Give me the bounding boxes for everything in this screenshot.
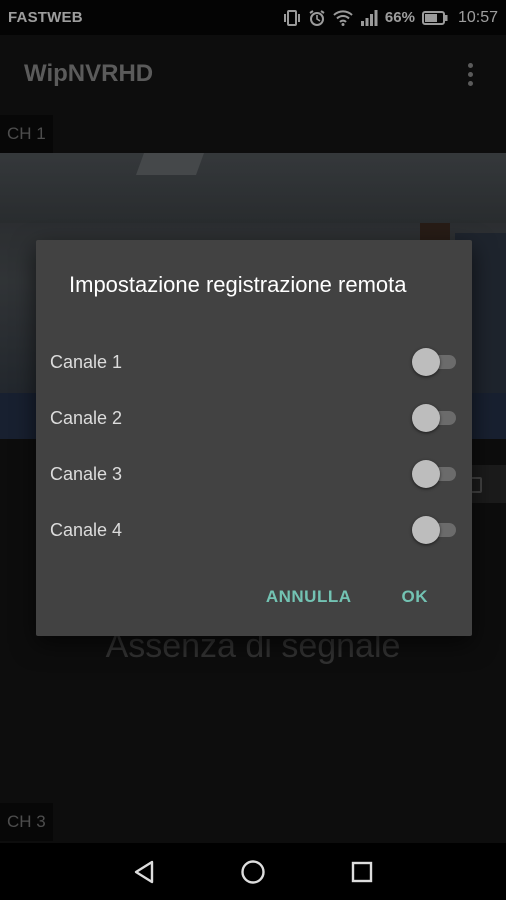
back-icon[interactable] [124,852,164,892]
ok-button[interactable]: OK [394,581,437,613]
dialog-title: Impostazione registrazione remota [69,272,407,297]
cancel-button[interactable]: ANNULLA [258,581,360,613]
switch-row-canale-1[interactable]: Canale 1 [36,334,472,390]
switch-row-canale-2[interactable]: Canale 2 [36,390,472,446]
switch-row-canale-4[interactable]: Canale 4 [36,502,472,558]
toggle-switch-canale-1[interactable] [412,348,458,376]
dialog-actions: ANNULLA OK [36,574,472,620]
toggle-switch-canale-2[interactable] [412,404,458,432]
navigation-bar [0,843,506,900]
recents-icon[interactable] [342,852,382,892]
toggle-switch-canale-4[interactable] [412,516,458,544]
switch-row-canale-3[interactable]: Canale 3 [36,446,472,502]
switch-label: Canale 1 [50,351,123,372]
switch-label: Canale 2 [50,407,123,428]
home-icon[interactable] [233,852,273,892]
switch-label: Canale 3 [50,463,123,484]
app-screen: FASTWEB 66% 10:57 WipNVRHD CH 1 Assenza … [0,0,506,900]
switch-label: Canale 4 [50,519,123,540]
toggle-switch-canale-3[interactable] [412,460,458,488]
